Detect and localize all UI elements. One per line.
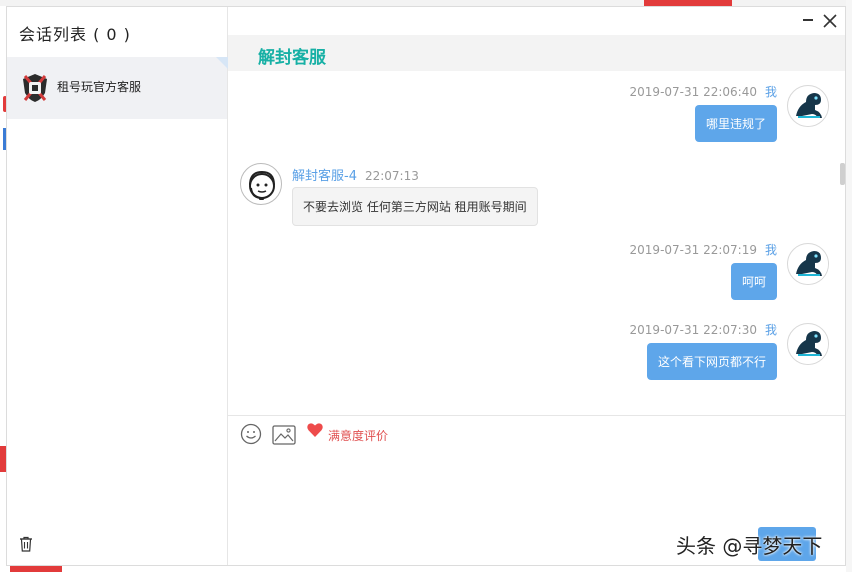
close-icon[interactable] [821, 12, 839, 30]
message-sender: 我 [764, 243, 777, 257]
message-meta: 2019-07-31 22:06:40 我 [630, 83, 777, 100]
dinosaur-avatar-icon [789, 87, 828, 126]
active-corner-marker [216, 57, 228, 69]
rating-link[interactable]: 满意度评价 [328, 427, 388, 444]
message-bubble: 呵呵 [730, 263, 777, 300]
message-time: 2019-07-31 22:06:40 [629, 85, 757, 99]
background-page-edge [846, 0, 852, 572]
message-sender: 解封客服-4 [292, 169, 357, 184]
emoji-icon[interactable] [240, 423, 262, 445]
message-meta: 解封客服-4 22:07:13 [292, 165, 419, 184]
trash-icon[interactable] [17, 535, 35, 553]
user-avatar [787, 323, 829, 365]
user-avatar [787, 243, 829, 285]
session-list-title: 会话列表 ( 0 ) [19, 25, 131, 44]
dinosaur-avatar-icon [789, 245, 828, 284]
user-avatar [787, 85, 829, 127]
message-time: 2019-07-31 22:07:19 [629, 243, 757, 257]
image-icon[interactable] [272, 425, 296, 445]
message-sender: 我 [764, 85, 777, 99]
message-scrollbar[interactable] [840, 163, 845, 185]
message-bubble: 哪里违规了 [694, 105, 777, 142]
shield-logo-icon [23, 74, 47, 102]
conversation-title: 解封客服 [258, 48, 326, 68]
background-red-button [10, 566, 62, 572]
message-meta: 2019-07-31 22:07:19 我 [630, 241, 777, 258]
message-outgoing: 2019-07-31 22:07:19 我 呵呵 [429, 241, 829, 311]
message-time: 2019-07-31 22:07:30 [629, 323, 757, 337]
message-sender: 我 [764, 323, 777, 337]
agent-avatar [240, 163, 282, 205]
message-bubble: 这个看下网页都不行 [646, 343, 777, 380]
heart-icon[interactable] [306, 421, 324, 439]
message-input[interactable] [238, 453, 835, 523]
watermark: 头条 @寻梦天下 [676, 534, 823, 558]
input-divider [228, 415, 845, 416]
session-name: 租号玩官方客服 [57, 80, 142, 94]
message-incoming: 解封客服-4 22:07:13 不要去浏览 任何第三方网站 租用账号期间 [240, 163, 690, 233]
session-list-panel: 会话列表 ( 0 ) 租号玩官方客服 [7, 7, 228, 565]
minimize-icon[interactable] [803, 19, 813, 21]
message-time: 22:07:13 [364, 169, 419, 183]
message-meta: 2019-07-31 22:07:30 我 [630, 321, 777, 338]
dinosaur-avatar-icon [789, 325, 828, 364]
headset-agent-icon [249, 170, 275, 200]
session-item[interactable]: 租号玩官方客服 [7, 57, 228, 119]
conversation-header: 解封客服 [228, 35, 845, 71]
conversation-panel: 解封客服 2019-07-31 22:06:40 我 哪里违规了 解封客服-4 … [228, 7, 845, 565]
message-bubble: 不要去浏览 任何第三方网站 租用账号期间 [292, 187, 538, 226]
message-list: 2019-07-31 22:06:40 我 哪里违规了 解封客服-4 22:07… [228, 71, 845, 405]
message-outgoing: 2019-07-31 22:07:30 我 这个看下网页都不行 [429, 321, 829, 391]
chat-dialog: 会话列表 ( 0 ) 租号玩官方客服 解封客服 2019-07-31 22:06… [6, 6, 846, 566]
message-outgoing: 2019-07-31 22:06:40 我 哪里违规了 [429, 83, 829, 153]
input-toolbar: 满意度评价 [228, 419, 845, 449]
